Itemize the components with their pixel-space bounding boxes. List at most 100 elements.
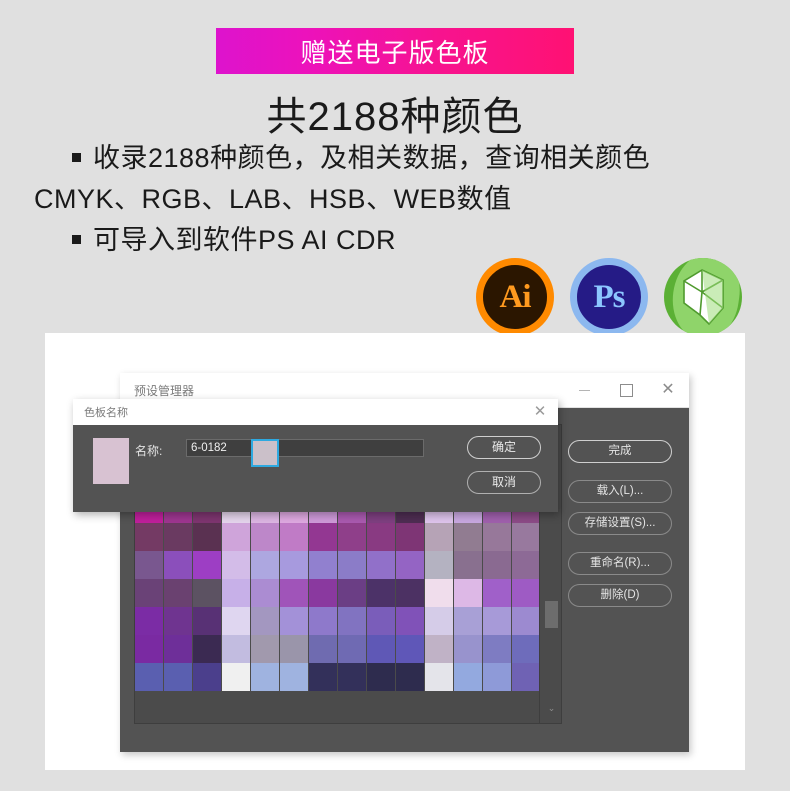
swatch-cell[interactable]	[396, 607, 424, 635]
swatch-cell[interactable]	[367, 607, 395, 635]
swatch-cell[interactable]	[309, 523, 337, 551]
swatch-cell[interactable]	[280, 551, 308, 579]
swatch-cell[interactable]	[483, 663, 511, 691]
swatch-cell[interactable]	[425, 579, 453, 607]
rename-button[interactable]: 重命名(R)...	[568, 552, 672, 575]
load-button[interactable]: 载入(L)...	[568, 480, 672, 503]
swatch-cell[interactable]	[425, 635, 453, 663]
swatch-cell[interactable]	[512, 607, 540, 635]
swatch-cell[interactable]	[309, 607, 337, 635]
swatch-cell[interactable]	[425, 551, 453, 579]
done-button[interactable]: 完成	[568, 440, 672, 463]
swatch-cell[interactable]	[251, 551, 279, 579]
swatch-cell[interactable]	[164, 551, 192, 579]
swatch-cell[interactable]	[280, 663, 308, 691]
swatch-cell[interactable]	[367, 663, 395, 691]
minimize-button[interactable]	[563, 373, 605, 407]
swatch-cell[interactable]	[367, 551, 395, 579]
swatch-dialog-titlebar[interactable]: 色板名称 ✕	[73, 399, 558, 425]
swatch-cell[interactable]	[164, 579, 192, 607]
swatch-cell[interactable]	[512, 663, 540, 691]
swatch-cell[interactable]	[396, 579, 424, 607]
swatch-cell[interactable]	[367, 523, 395, 551]
swatch-cell[interactable]	[193, 663, 221, 691]
swatch-cell[interactable]	[396, 523, 424, 551]
swatch-cell[interactable]	[222, 579, 250, 607]
swatch-cell[interactable]	[338, 523, 366, 551]
swatch-cell[interactable]	[193, 607, 221, 635]
swatch-cell[interactable]	[251, 635, 279, 663]
swatch-cell[interactable]	[280, 635, 308, 663]
swatch-cell[interactable]	[193, 635, 221, 663]
swatch-cell[interactable]	[396, 551, 424, 579]
swatch-cell[interactable]	[222, 523, 250, 551]
maximize-button[interactable]	[605, 373, 647, 407]
swatch-scrollbar-thumb[interactable]	[545, 601, 558, 628]
swatch-cell[interactable]	[164, 607, 192, 635]
save-settings-button[interactable]: 存储设置(S)...	[568, 512, 672, 535]
swatch-cell[interactable]	[280, 523, 308, 551]
swatch-cell[interactable]	[454, 523, 482, 551]
swatch-cell[interactable]	[512, 551, 540, 579]
swatch-cell[interactable]	[280, 607, 308, 635]
swatch-cell[interactable]	[222, 635, 250, 663]
swatch-cell[interactable]	[309, 663, 337, 691]
swatch-cell[interactable]	[135, 523, 163, 551]
swatch-cell[interactable]	[135, 579, 163, 607]
swatch-cell[interactable]	[454, 663, 482, 691]
swatch-cell[interactable]	[280, 579, 308, 607]
swatch-cell[interactable]	[164, 635, 192, 663]
swatch-cell[interactable]	[135, 663, 163, 691]
swatch-cell[interactable]	[367, 579, 395, 607]
swatch-cell[interactable]	[251, 579, 279, 607]
scroll-down-chevron-icon[interactable]: ⌄	[545, 704, 558, 713]
swatch-cell[interactable]	[135, 607, 163, 635]
swatch-cell[interactable]	[483, 635, 511, 663]
swatch-cell[interactable]	[338, 551, 366, 579]
swatch-cell[interactable]	[454, 607, 482, 635]
swatch-cell[interactable]	[222, 663, 250, 691]
swatch-cell[interactable]	[396, 635, 424, 663]
swatch-cell[interactable]	[483, 523, 511, 551]
swatch-cell[interactable]	[251, 523, 279, 551]
swatch-cell[interactable]	[425, 607, 453, 635]
swatch-cell[interactable]	[483, 607, 511, 635]
swatch-cell[interactable]	[135, 635, 163, 663]
name-input[interactable]: 6-0182	[186, 439, 424, 457]
swatch-cell[interactable]	[512, 635, 540, 663]
swatch-cell[interactable]	[193, 551, 221, 579]
swatch-cell[interactable]	[338, 607, 366, 635]
cancel-button[interactable]: 取消	[467, 471, 541, 494]
close-button[interactable]: ✕	[647, 373, 689, 407]
swatch-cell[interactable]	[309, 551, 337, 579]
swatch-cell[interactable]	[309, 579, 337, 607]
swatch-cell[interactable]	[164, 523, 192, 551]
swatch-cell[interactable]	[193, 523, 221, 551]
swatch-cell[interactable]	[454, 635, 482, 663]
ok-button[interactable]: 确定	[467, 436, 541, 459]
swatch-cell[interactable]	[367, 635, 395, 663]
swatch-cell[interactable]	[454, 551, 482, 579]
swatch-cell[interactable]	[164, 663, 192, 691]
swatch-cell[interactable]	[338, 635, 366, 663]
delete-button[interactable]: 删除(D)	[568, 584, 672, 607]
swatch-cell[interactable]	[425, 523, 453, 551]
swatch-cell[interactable]	[483, 551, 511, 579]
swatch-cell[interactable]	[135, 551, 163, 579]
swatch-cell[interactable]	[193, 579, 221, 607]
swatch-cell-selected[interactable]	[251, 439, 279, 467]
swatch-cell[interactable]	[309, 635, 337, 663]
swatch-cell[interactable]	[251, 607, 279, 635]
swatch-cell[interactable]	[512, 523, 540, 551]
swatch-cell[interactable]	[222, 607, 250, 635]
swatch-cell[interactable]	[425, 663, 453, 691]
swatch-cell[interactable]	[483, 579, 511, 607]
swatch-dialog-close-icon[interactable]: ✕	[531, 403, 549, 421]
swatch-cell[interactable]	[338, 663, 366, 691]
swatch-cell[interactable]	[512, 579, 540, 607]
swatch-cell[interactable]	[454, 579, 482, 607]
swatch-cell[interactable]	[338, 579, 366, 607]
swatch-cell[interactable]	[251, 663, 279, 691]
swatch-cell[interactable]	[222, 551, 250, 579]
swatch-cell[interactable]	[396, 663, 424, 691]
